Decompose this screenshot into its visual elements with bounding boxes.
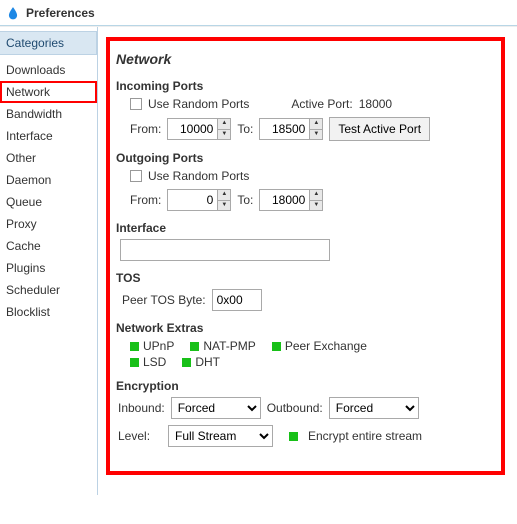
encryption-title: Encryption: [116, 379, 491, 393]
sidebar-item-cache[interactable]: Cache: [0, 235, 97, 257]
spin-down-icon[interactable]: ▼: [218, 201, 230, 211]
incoming-random-label: Use Random Ports: [148, 97, 249, 111]
incoming-to-input[interactable]: [259, 118, 309, 140]
title-bar: Preferences: [0, 0, 517, 26]
sidebar-item-other[interactable]: Other: [0, 147, 97, 169]
incoming-random-checkbox[interactable]: [130, 98, 142, 110]
sidebar-item-proxy[interactable]: Proxy: [0, 213, 97, 235]
outgoing-to-label: To:: [237, 193, 253, 207]
outgoing-to-input[interactable]: [259, 189, 309, 211]
spin-up-icon[interactable]: ▲: [218, 190, 230, 201]
sidebar-header: Categories: [0, 31, 97, 55]
active-port-value: 18000: [359, 97, 392, 111]
extra-upnp[interactable]: UPnP: [130, 339, 174, 353]
incoming-to-spinner[interactable]: ▲▼: [259, 118, 323, 140]
outgoing-random-label: Use Random Ports: [148, 169, 249, 183]
outgoing-from-spinner[interactable]: ▲▼: [167, 189, 231, 211]
extra-pex[interactable]: Peer Exchange: [272, 339, 367, 353]
encryption-group: Encryption Inbound: Forced Outbound: For…: [116, 379, 491, 447]
highlight-frame: Network Incoming Ports Use Random Ports …: [106, 37, 505, 475]
categories-sidebar: Categories Downloads Network Bandwidth I…: [0, 27, 98, 495]
encrypt-entire-label: Encrypt entire stream: [308, 429, 422, 443]
interface-group: Interface: [116, 221, 491, 261]
spin-down-icon[interactable]: ▼: [310, 130, 322, 140]
sidebar-item-bandwidth[interactable]: Bandwidth: [0, 103, 97, 125]
content-area: Network Incoming Ports Use Random Ports …: [98, 27, 517, 495]
checkbox-icon: [272, 342, 281, 351]
outgoing-from-input[interactable]: [167, 189, 217, 211]
tos-input[interactable]: [212, 289, 262, 311]
extra-lsd[interactable]: LSD: [130, 355, 166, 369]
outbound-select[interactable]: Forced: [329, 397, 419, 419]
incoming-to-label: To:: [237, 122, 253, 136]
outgoing-from-label: From:: [130, 193, 161, 207]
extra-dht[interactable]: DHT: [182, 355, 220, 369]
incoming-from-input[interactable]: [167, 118, 217, 140]
outgoing-to-spinner[interactable]: ▲▼: [259, 189, 323, 211]
panel-title: Network: [116, 51, 491, 67]
interface-title: Interface: [116, 221, 491, 235]
sidebar-item-plugins[interactable]: Plugins: [0, 257, 97, 279]
outgoing-title: Outgoing Ports: [116, 151, 491, 165]
sidebar-item-queue[interactable]: Queue: [0, 191, 97, 213]
sidebar-item-scheduler[interactable]: Scheduler: [0, 279, 97, 301]
checkbox-icon[interactable]: [289, 432, 298, 441]
sidebar-item-downloads[interactable]: Downloads: [0, 59, 97, 81]
interface-input[interactable]: [120, 239, 330, 261]
incoming-from-label: From:: [130, 122, 161, 136]
window-title: Preferences: [26, 6, 95, 20]
extra-natpmp[interactable]: NAT-PMP: [190, 339, 255, 353]
outbound-label: Outbound:: [267, 401, 323, 415]
outgoing-random-checkbox[interactable]: [130, 170, 142, 182]
checkbox-icon: [182, 358, 191, 367]
spin-up-icon[interactable]: ▲: [310, 190, 322, 201]
spin-down-icon[interactable]: ▼: [310, 201, 322, 211]
active-port-label: Active Port:: [291, 97, 352, 111]
inbound-select[interactable]: Forced: [171, 397, 261, 419]
sidebar-item-blocklist[interactable]: Blocklist: [0, 301, 97, 323]
incoming-from-spinner[interactable]: ▲▼: [167, 118, 231, 140]
checkbox-icon: [130, 342, 139, 351]
test-active-port-button[interactable]: Test Active Port: [329, 117, 430, 141]
sidebar-item-daemon[interactable]: Daemon: [0, 169, 97, 191]
tos-label: Peer TOS Byte:: [122, 293, 206, 307]
extras-group: Network Extras UPnP NAT-PMP Peer Exchang…: [116, 321, 491, 369]
spin-up-icon[interactable]: ▲: [218, 119, 230, 130]
checkbox-icon: [190, 342, 199, 351]
outgoing-ports-group: Outgoing Ports Use Random Ports From: ▲▼…: [116, 151, 491, 211]
level-label: Level:: [118, 429, 162, 443]
inbound-label: Inbound:: [118, 401, 165, 415]
tos-group: TOS Peer TOS Byte:: [116, 271, 491, 311]
tos-title: TOS: [116, 271, 491, 285]
extras-title: Network Extras: [116, 321, 491, 335]
incoming-ports-group: Incoming Ports Use Random Ports Active P…: [116, 79, 491, 141]
checkbox-icon: [130, 358, 139, 367]
incoming-title: Incoming Ports: [116, 79, 491, 93]
sidebar-item-network[interactable]: Network: [0, 81, 97, 103]
app-icon: [6, 6, 20, 20]
level-select[interactable]: Full Stream: [168, 425, 273, 447]
spin-up-icon[interactable]: ▲: [310, 119, 322, 130]
sidebar-item-interface[interactable]: Interface: [0, 125, 97, 147]
spin-down-icon[interactable]: ▼: [218, 130, 230, 140]
